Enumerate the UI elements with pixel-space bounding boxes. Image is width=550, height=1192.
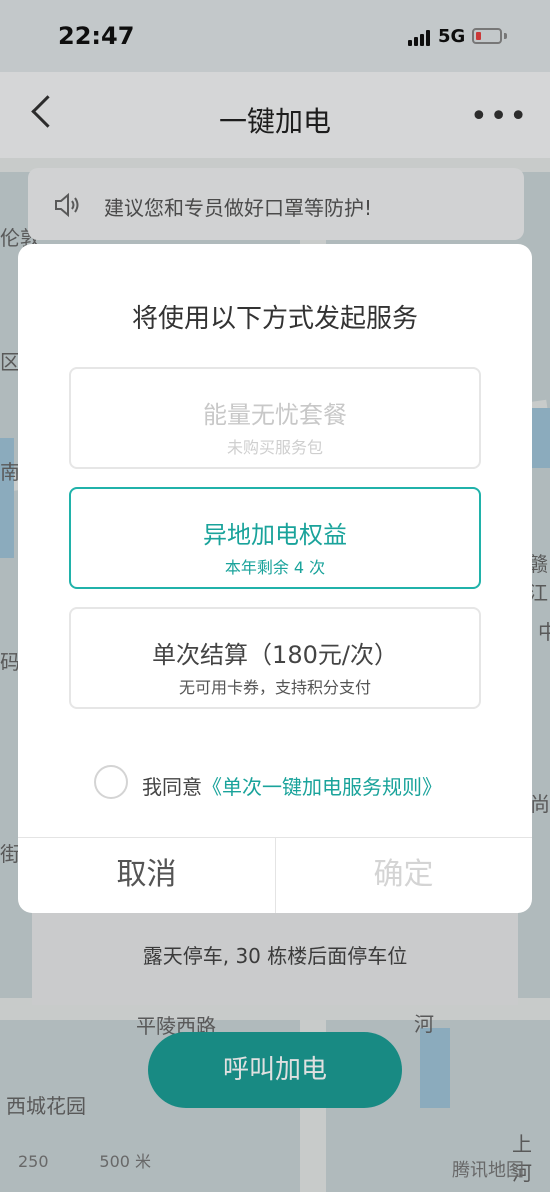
option-subtitle: 本年剩余 4 次: [224, 558, 326, 577]
option-energy-package: 能量无忧套餐 未购买服务包: [69, 367, 481, 469]
agreement-text: 我同意《单次一键加电服务规则》: [142, 771, 442, 800]
service-rules-link[interactable]: 《单次一键加电服务规则》: [202, 775, 442, 799]
option-subtitle: 无可用卡券，支持积分支付: [178, 678, 371, 697]
cancel-button[interactable]: 取消: [18, 837, 275, 913]
agree-checkbox[interactable]: [94, 765, 128, 799]
option-title: 单次结算（180元/次）: [152, 641, 398, 669]
option-title: 能量无忧套餐: [203, 401, 347, 429]
option-single-payment[interactable]: 单次结算（180元/次） 无可用卡券，支持积分支付: [69, 607, 481, 709]
dialog-title: 将使用以下方式发起服务: [131, 304, 418, 334]
confirm-button[interactable]: 确定: [275, 837, 532, 913]
option-subtitle: 未购买服务包: [226, 438, 323, 457]
option-title: 异地加电权益: [203, 521, 347, 549]
agreement-prefix: 我同意: [142, 775, 202, 799]
option-remote-charge-benefit[interactable]: 异地加电权益 本年剩余 4 次: [69, 487, 481, 589]
service-dialog: 将使用以下方式发起服务 能量无忧套餐 未购买服务包 异地加电权益 本年剩余 4 …: [18, 244, 532, 913]
